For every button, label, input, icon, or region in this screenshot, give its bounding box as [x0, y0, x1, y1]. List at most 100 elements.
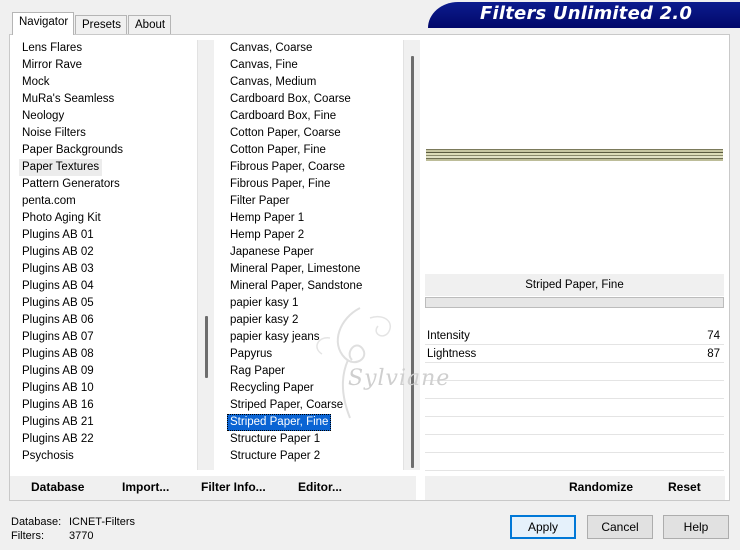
list-item[interactable]: MuRa's Seamless [19, 91, 196, 108]
slider-lightness[interactable]: Lightness 87 [425, 346, 724, 363]
filter-info-button[interactable]: Filter Info... [201, 480, 266, 498]
list-item[interactable]: Structure Paper 2 [227, 448, 402, 465]
list-item[interactable]: Hemp Paper 2 [227, 227, 402, 244]
list-item[interactable]: Canvas, Fine [227, 57, 402, 74]
list-item[interactable]: Noise Filters [19, 125, 196, 142]
slider-intensity[interactable]: Intensity 74 [425, 328, 724, 345]
list-item[interactable]: Plugins AB 08 [19, 346, 196, 363]
list-item[interactable]: Mirror Rave [19, 57, 196, 74]
preview-filter-name-text: Striped Paper, Fine [525, 279, 624, 291]
list-item[interactable]: Lens Flares [19, 40, 196, 57]
list-item[interactable]: Paper Backgrounds [19, 142, 196, 159]
list-item-label: Mineral Paper, Limestone [230, 263, 361, 275]
list-item[interactable]: Plugins AB 21 [19, 414, 196, 431]
list-item-label: Hemp Paper 2 [230, 229, 305, 241]
slider-empty [425, 364, 724, 381]
list-item[interactable]: Cardboard Box, Fine [227, 108, 402, 125]
filter-scroll-thumb[interactable] [411, 56, 414, 468]
list-item[interactable]: Filter Paper [227, 193, 402, 210]
list-item[interactable]: Hemp Paper 1 [227, 210, 402, 227]
list-item-label: Filter Paper [230, 195, 290, 207]
progress-bar [425, 297, 724, 308]
list-item[interactable]: Plugins AB 09 [19, 363, 196, 380]
category-list[interactable]: Lens Flares Mirror Rave Mock MuRa's Seamles… [19, 40, 196, 470]
randomize-button[interactable]: Randomize [569, 480, 633, 498]
list-item[interactable]: Plugins AB 02 [19, 244, 196, 261]
slider-label: Intensity [427, 330, 470, 342]
list-item-label: Plugins AB 07 [22, 331, 94, 343]
list-item[interactable]: Paper Textures [19, 159, 196, 176]
list-item[interactable]: Plugins AB 07 [19, 329, 196, 346]
list-item[interactable]: Psychosis [19, 448, 196, 465]
list-item-label: Cotton Paper, Fine [230, 144, 326, 156]
list-item[interactable]: Plugins AB 10 [19, 380, 196, 397]
list-item[interactable]: Plugins AB 04 [19, 278, 196, 295]
list-item[interactable]: Photo Aging Kit [19, 210, 196, 227]
list-item-label: Rag Paper [230, 365, 285, 377]
list-item-label: Plugins AB 16 [22, 399, 94, 411]
list-item-label: Canvas, Fine [230, 59, 298, 71]
list-item-label: Mirror Rave [22, 59, 83, 71]
import-button[interactable]: Import... [122, 480, 169, 498]
cancel-button[interactable]: Cancel [587, 515, 653, 539]
slider-value: 87 [707, 348, 720, 360]
list-item[interactable]: Plugins AB 06 [19, 312, 196, 329]
preview-pane [426, 38, 723, 272]
list-item-label: Papyrus [230, 348, 273, 360]
tab-presets[interactable]: Presets [75, 15, 127, 35]
list-item-label: Structure Paper 2 [230, 450, 321, 462]
list-item[interactable]: Structure Paper 1 [227, 431, 402, 448]
help-button-label: Help [683, 520, 709, 534]
import-button-label: Import... [122, 480, 170, 494]
list-item[interactable]: Neology [19, 108, 196, 125]
list-item-label: Photo Aging Kit [22, 212, 101, 224]
list-item-label: Plugins AB 05 [22, 297, 94, 309]
list-item[interactable]: Cotton Paper, Coarse [227, 125, 402, 142]
help-button[interactable]: Help [663, 515, 729, 539]
tab-about[interactable]: About [128, 15, 171, 35]
list-item-label: Plugins AB 22 [22, 433, 94, 445]
slider-empty [425, 436, 724, 453]
list-item[interactable]: Mock [19, 74, 196, 91]
slider-empty [425, 400, 724, 417]
list-item-label: Plugins AB 06 [22, 314, 94, 326]
database-button[interactable]: Database [31, 480, 84, 498]
database-button-label: Database [31, 480, 85, 494]
list-item-label: Plugins AB 21 [22, 416, 94, 428]
list-item-label: Canvas, Coarse [230, 42, 313, 54]
list-item-label: papier kasy 1 [230, 297, 299, 309]
tab-navigator[interactable]: Navigator [12, 12, 74, 35]
list-item-label: Structure Paper 1 [230, 433, 321, 445]
list-item[interactable]: Japanese Paper [227, 244, 402, 261]
list-item[interactable]: penta.com [19, 193, 196, 210]
list-item[interactable]: Plugins AB 22 [19, 431, 196, 448]
category-scroll-thumb[interactable] [205, 316, 208, 378]
apply-button[interactable]: Apply [510, 515, 576, 539]
category-scrollbar[interactable] [197, 40, 214, 470]
list-item[interactable]: Fibrous Paper, Coarse [227, 159, 402, 176]
list-item-label: Pattern Generators [22, 178, 120, 190]
preview-filter-name: Striped Paper, Fine [425, 274, 724, 296]
list-item[interactable]: Canvas, Medium [227, 74, 402, 91]
list-item[interactable]: Plugins AB 01 [19, 227, 196, 244]
list-item[interactable]: Cotton Paper, Fine [227, 142, 402, 159]
preview-image [426, 149, 723, 161]
list-item-label: Noise Filters [22, 127, 86, 139]
editor-button[interactable]: Editor... [298, 480, 342, 498]
list-item[interactable]: Pattern Generators [19, 176, 196, 193]
list-item-label: Plugins AB 02 [22, 246, 94, 258]
list-item[interactable]: Canvas, Coarse [227, 40, 402, 57]
list-item-label: Canvas, Medium [230, 76, 317, 88]
list-item[interactable]: Mineral Paper, Limestone [227, 261, 402, 278]
list-item-label: penta.com [22, 195, 76, 207]
list-item-label: Psychosis [22, 450, 74, 462]
list-item-label: Plugins AB 03 [22, 263, 94, 275]
slider-empty [425, 454, 724, 471]
list-item[interactable]: Mineral Paper, Sandstone [227, 278, 402, 295]
list-item[interactable]: Cardboard Box, Coarse [227, 91, 402, 108]
list-item[interactable]: Plugins AB 03 [19, 261, 196, 278]
list-item[interactable]: Plugins AB 05 [19, 295, 196, 312]
reset-button[interactable]: Reset [668, 480, 701, 498]
list-item[interactable]: Plugins AB 16 [19, 397, 196, 414]
list-item[interactable]: Fibrous Paper, Fine [227, 176, 402, 193]
